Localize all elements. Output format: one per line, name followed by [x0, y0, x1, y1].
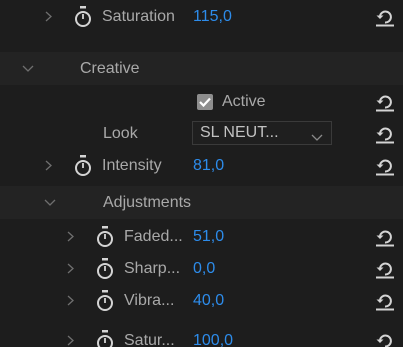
- reset-icon[interactable]: [375, 291, 395, 311]
- vibra-value[interactable]: 40,0: [193, 284, 224, 317]
- stopwatch-icon[interactable]: [95, 258, 115, 280]
- chevron-right-icon[interactable]: [67, 284, 75, 317]
- reset-icon[interactable]: [375, 7, 395, 27]
- look-dropdown[interactable]: SL NEUT...: [192, 121, 332, 145]
- stopwatch-icon[interactable]: [73, 6, 93, 28]
- adjustments-section-header[interactable]: Adjustments: [0, 186, 403, 219]
- saturation-value[interactable]: 115,0: [193, 0, 232, 33]
- intensity-value[interactable]: 81,0: [193, 149, 224, 182]
- reset-icon[interactable]: [375, 227, 395, 247]
- creative-label: Creative: [80, 60, 140, 77]
- stopwatch-icon[interactable]: [95, 330, 115, 347]
- checkmark-icon: [199, 97, 211, 108]
- stopwatch-icon[interactable]: [73, 155, 93, 177]
- reset-icon[interactable]: [375, 331, 395, 347]
- vibra-label: Vibra...: [124, 292, 175, 309]
- reset-icon[interactable]: [375, 92, 395, 112]
- reset-icon[interactable]: [375, 124, 395, 144]
- chevron-right-icon[interactable]: [67, 220, 75, 253]
- active-label: Active: [222, 93, 266, 110]
- reset-icon[interactable]: [375, 259, 395, 279]
- look-label: Look: [103, 125, 138, 142]
- active-checkbox[interactable]: [197, 94, 213, 110]
- stopwatch-icon[interactable]: [95, 290, 115, 312]
- adjustments-label: Adjustments: [103, 194, 192, 211]
- chevron-down-icon: [311, 129, 323, 141]
- active-row: Active: [0, 85, 403, 118]
- reset-icon[interactable]: [375, 156, 395, 176]
- saturation-label: Saturation: [102, 8, 175, 25]
- chevron-down-icon[interactable]: [22, 52, 34, 85]
- look-row: Look SL NEUT...: [0, 117, 403, 150]
- satur-value[interactable]: 100,0: [193, 324, 233, 347]
- sharp-row: Sharp... 0,0: [0, 252, 403, 285]
- creative-section-header[interactable]: Creative: [0, 52, 403, 85]
- faded-value[interactable]: 51,0: [193, 220, 224, 253]
- stopwatch-icon[interactable]: [95, 226, 115, 248]
- chevron-right-icon[interactable]: [67, 324, 75, 347]
- look-dropdown-value: SL NEUT...: [200, 124, 279, 141]
- intensity-row: Intensity 81,0: [0, 149, 403, 182]
- faded-row: Faded... 51,0: [0, 220, 403, 253]
- faded-label: Faded...: [124, 228, 183, 245]
- chevron-right-icon[interactable]: [45, 149, 53, 182]
- saturation-row: Saturation 115,0: [0, 0, 403, 33]
- vibra-row: Vibra... 40,0: [0, 284, 403, 317]
- lumetri-color-panel: Saturation 115,0 Creative Active Look SL…: [0, 0, 403, 347]
- sharp-label: Sharp...: [124, 260, 181, 277]
- satur-row: Satur... 100,0: [0, 324, 403, 347]
- chevron-right-icon[interactable]: [45, 0, 53, 33]
- chevron-right-icon[interactable]: [67, 252, 75, 285]
- intensity-label: Intensity: [102, 157, 162, 174]
- sharp-value[interactable]: 0,0: [193, 252, 215, 285]
- chevron-down-icon[interactable]: [44, 186, 56, 219]
- satur-label: Satur...: [124, 332, 175, 347]
